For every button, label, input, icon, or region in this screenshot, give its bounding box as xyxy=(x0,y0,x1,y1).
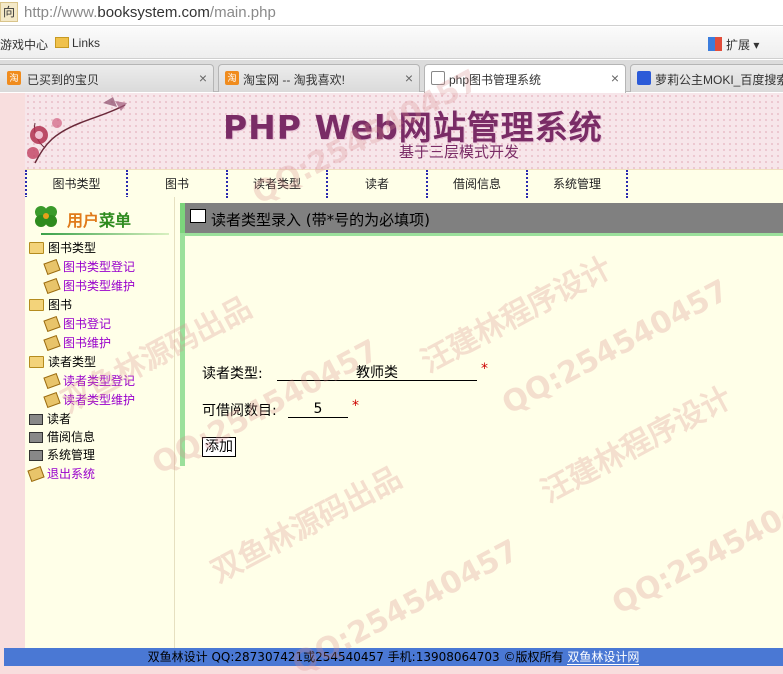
book-icon xyxy=(43,334,61,352)
tree-item-book-maintain[interactable]: 图书维护 xyxy=(43,334,111,352)
closed-book-icon xyxy=(29,414,43,425)
tree-folder-book[interactable]: 图书 xyxy=(29,296,72,314)
back-button[interactable]: 向 xyxy=(0,2,18,22)
closed-book-icon xyxy=(29,432,43,443)
folder-icon xyxy=(55,37,69,48)
nav-book[interactable]: 图书 xyxy=(126,170,226,198)
taobao-icon: 淘 xyxy=(225,71,239,85)
borrow-count-label: 可借阅数目: xyxy=(202,403,277,419)
main-content: 读者类型录入 (带*号的为必填项) 读者类型: * 可借阅数目: * 添加 xyxy=(180,197,783,655)
nav-reader[interactable]: 读者 xyxy=(326,170,426,198)
tree-item-book-type-maintain[interactable]: 图书类型维护 xyxy=(43,277,135,295)
tree-item-reader-type-register[interactable]: 读者类型登记 xyxy=(43,372,135,390)
favorite-links[interactable]: Links xyxy=(55,36,100,50)
sidebar: 用户菜单 图书类型 图书类型登记 图书类型维护 图书 图书登记 图书维护 读者类… xyxy=(25,197,175,655)
nav-borrow-info[interactable]: 借阅信息 xyxy=(426,170,526,198)
folder-open-icon xyxy=(29,356,44,368)
extensions-button[interactable]: 扩展 ▾ xyxy=(708,36,759,53)
required-mark: * xyxy=(352,398,359,414)
page-viewport: PHP Web网站管理系统 基于三层模式开发 图书类型 图书 读者类型 读者 借… xyxy=(0,93,783,674)
tab-taobao[interactable]: 淘 淘宝网 -- 淘我喜欢! × xyxy=(218,64,420,92)
borrow-count-input[interactable] xyxy=(288,400,348,418)
footer-link[interactable]: 双鱼林设计网 xyxy=(567,650,640,665)
extensions-icon xyxy=(708,37,722,51)
tab-purchased[interactable]: 淘 已买到的宝贝 × xyxy=(0,64,214,92)
form-header: 读者类型录入 (带*号的为必填项) xyxy=(180,203,783,233)
closed-book-icon xyxy=(29,450,43,461)
favorite-games[interactable]: 游戏中心 xyxy=(0,36,48,53)
form-header-underline xyxy=(180,233,783,236)
book-icon xyxy=(43,372,61,390)
banner-subtitle: 基于三层模式开发 xyxy=(399,143,520,161)
main-nav: 图书类型 图书 读者类型 读者 借阅信息 系统管理 xyxy=(25,169,783,198)
url-host: booksystem.com xyxy=(97,4,210,21)
taobao-icon: 淘 xyxy=(7,71,21,85)
document-icon xyxy=(431,71,445,85)
address-bar: 向 http://www.booksystem.com/main.php xyxy=(0,0,783,26)
tree-folder-borrow-info[interactable]: 借阅信息 xyxy=(29,428,95,446)
site-banner: PHP Web网站管理系统 基于三层模式开发 xyxy=(25,93,783,169)
form-title: 读者类型录入 (带*号的为必填项) xyxy=(211,211,430,229)
tree-item-reader-type-maintain[interactable]: 读者类型维护 xyxy=(43,391,135,409)
flower-decoration-icon xyxy=(27,97,127,164)
url-field[interactable]: http://www.booksystem.com/main.php xyxy=(24,4,276,21)
nav-divider xyxy=(626,170,628,198)
site-footer: 双鱼林设计 QQ:287307421或254540457 手机:13908064… xyxy=(4,648,783,666)
sidebar-divider xyxy=(41,233,169,235)
folder-open-icon xyxy=(29,242,44,254)
sidebar-header: 用户菜单 xyxy=(31,201,171,235)
book-icon xyxy=(27,465,45,483)
bottom-strip xyxy=(0,666,783,674)
reader-type-input[interactable] xyxy=(277,363,477,381)
favorites-bar: 游戏中心 Links 扩展 ▾ xyxy=(0,27,783,59)
tree-folder-reader[interactable]: 读者 xyxy=(29,410,71,428)
form-side-rule xyxy=(180,236,185,466)
folder-open-icon xyxy=(29,299,44,311)
nav-reader-type[interactable]: 读者类型 xyxy=(226,170,326,198)
nav-system-admin[interactable]: 系统管理 xyxy=(526,170,626,198)
tree-folder-reader-type[interactable]: 读者类型 xyxy=(29,353,96,371)
close-icon[interactable]: × xyxy=(611,70,619,86)
edit-icon xyxy=(190,209,206,223)
tree-folder-system-admin[interactable]: 系统管理 xyxy=(29,446,95,464)
tree-item-logout[interactable]: 退出系统 xyxy=(27,465,95,483)
close-icon[interactable]: × xyxy=(405,70,413,86)
add-button[interactable]: 添加 xyxy=(202,437,236,457)
clover-icon xyxy=(35,206,57,227)
sidebar-title: 用户菜单 xyxy=(67,211,132,230)
reader-type-label: 读者类型: xyxy=(202,366,263,382)
baidu-paw-icon xyxy=(637,71,651,85)
site-container: PHP Web网站管理系统 基于三层模式开发 图书类型 图书 读者类型 读者 借… xyxy=(25,93,783,674)
book-icon xyxy=(43,277,61,295)
chevron-down-icon: ▾ xyxy=(753,38,760,52)
tree-item-book-type-register[interactable]: 图书类型登记 xyxy=(43,258,135,276)
tab-php-library[interactable]: php图书管理系统 × xyxy=(424,64,626,93)
book-icon xyxy=(43,258,61,276)
tree-item-book-register[interactable]: 图书登记 xyxy=(43,315,111,333)
close-icon[interactable]: × xyxy=(199,70,207,86)
required-mark: * xyxy=(481,361,488,377)
nav-book-type[interactable]: 图书类型 xyxy=(25,170,126,198)
tab-strip: 淘 已买到的宝贝 × 淘 淘宝网 -- 淘我喜欢! × php图书管理系统 × … xyxy=(0,60,783,93)
book-icon xyxy=(43,391,61,409)
tree-folder-book-type[interactable]: 图书类型 xyxy=(29,239,96,257)
book-icon xyxy=(43,315,61,333)
tab-baidu-search[interactable]: 萝莉公主MOKI_百度搜索 xyxy=(630,64,783,92)
